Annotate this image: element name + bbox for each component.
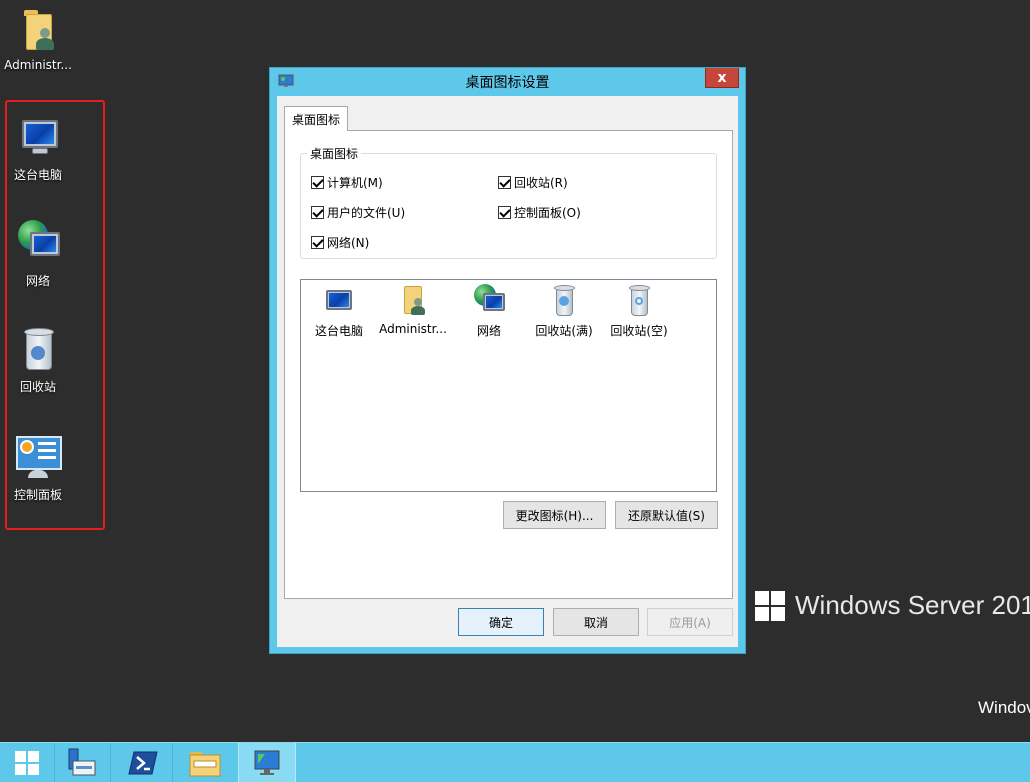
list-item-this-pc[interactable]: 这台电脑 <box>303 284 375 339</box>
list-item-administrator[interactable]: Administr... <box>377 284 449 336</box>
apply-button[interactable]: 应用(A) <box>647 608 733 636</box>
network-icon <box>472 284 506 318</box>
desktop-icon-label: 这台电脑 <box>13 168 62 182</box>
change-icon-button[interactable]: 更改图标(H)... <box>503 501 606 529</box>
powershell-icon <box>128 751 158 775</box>
server-manager-icon <box>68 748 96 776</box>
checkbox-computer[interactable]: 计算机(M) <box>311 174 383 191</box>
desktop-icon-settings-icon <box>278 74 294 87</box>
file-explorer-icon <box>189 752 221 777</box>
taskbar-powershell[interactable] <box>116 743 170 782</box>
close-icon: x <box>717 69 727 86</box>
desktop-icon-label: 控制面板 <box>13 488 62 502</box>
taskbar-separator <box>172 743 173 782</box>
list-item-recycle-bin-full[interactable]: 回收站(满) <box>528 284 600 339</box>
checkbox-recycle-bin[interactable]: 回收站(R) <box>498 174 568 191</box>
cancel-button[interactable]: 取消 <box>553 608 639 636</box>
taskbar-file-explorer[interactable] <box>178 743 232 782</box>
checkbox-checked-icon[interactable] <box>311 206 324 219</box>
desktop-icon-label: 回收站 <box>19 380 56 394</box>
taskbar-separator <box>110 743 111 782</box>
checkbox-checked-icon[interactable] <box>498 206 511 219</box>
dialog-titlebar[interactable]: 桌面图标设置 x <box>270 68 745 96</box>
recycle-bin-empty-icon <box>622 284 656 318</box>
desktop-icon-this-pc[interactable]: 这台电脑 <box>0 114 76 183</box>
desktop-icon-recycle-bin[interactable]: 回收站 <box>0 326 76 395</box>
checkbox-checked-icon[interactable] <box>311 236 324 249</box>
checkbox-control-panel[interactable]: 控制面板(O) <box>498 204 581 221</box>
checkbox-checked-icon[interactable] <box>498 176 511 189</box>
tab-panel: 桌面图标 计算机(M) 回收站(R) 用户的文件(U) 控制面板(O) 网络(N… <box>284 130 733 599</box>
start-windows-icon <box>15 751 39 775</box>
dialog-title: 桌面图标设置 <box>465 75 550 91</box>
icon-list-view[interactable]: 这台电脑 Administr... 网络 回收站(满) 回收站(空) <box>300 279 717 492</box>
checkbox-network[interactable]: 网络(N) <box>311 234 369 251</box>
desktop-icons-groupbox: 桌面图标 计算机(M) 回收站(R) 用户的文件(U) 控制面板(O) 网络(N… <box>300 145 717 259</box>
user-folder-icon <box>396 284 430 318</box>
desktop-icon-settings-dialog: 桌面图标设置 x 桌面图标 桌面图标 计算机(M) 回收站(R) 用户的文件(U… <box>269 67 746 654</box>
windows-watermark-line2: Windov <box>978 698 1030 717</box>
network-icon <box>14 220 62 268</box>
restore-default-button[interactable]: 还原默认值(S) <box>615 501 718 529</box>
list-item-recycle-bin-empty[interactable]: 回收站(空) <box>603 284 675 339</box>
computer-icon <box>14 114 62 162</box>
dialog-client-area: 桌面图标 桌面图标 计算机(M) 回收站(R) 用户的文件(U) 控制面板(O)… <box>277 96 738 647</box>
desktop-icon-network[interactable]: 网络 <box>0 220 76 289</box>
desktop-icon-label: Administr... <box>4 58 72 72</box>
start-button[interactable] <box>0 743 54 782</box>
desktop-icon-administrator[interactable]: Administr... <box>0 6 76 72</box>
list-item-network[interactable]: 网络 <box>453 284 525 339</box>
taskbar-server-manager[interactable] <box>55 743 109 782</box>
computer-icon <box>322 284 356 318</box>
user-folder-icon <box>14 6 62 54</box>
windows-watermark: Windows Server 2012 R <box>755 590 1030 621</box>
windows-logo-icon <box>755 590 785 621</box>
control-panel-icon <box>14 434 62 482</box>
close-button[interactable]: x <box>705 68 739 88</box>
desktop-icon-label: 网络 <box>25 274 50 288</box>
desktop-icon-control-panel[interactable]: 控制面板 <box>0 434 76 503</box>
taskbar <box>0 742 1030 782</box>
taskbar-desktop-icon-settings[interactable] <box>238 743 296 782</box>
tab-desktop-icons[interactable]: 桌面图标 <box>284 106 348 131</box>
ok-button[interactable]: 确定 <box>458 608 544 636</box>
groupbox-label: 桌面图标 <box>307 145 362 162</box>
checkbox-checked-icon[interactable] <box>311 176 324 189</box>
recycle-bin-icon <box>14 326 62 374</box>
checkbox-user-files[interactable]: 用户的文件(U) <box>311 204 405 221</box>
desktop-icon-settings-icon <box>254 750 280 775</box>
recycle-bin-full-icon <box>547 284 581 318</box>
